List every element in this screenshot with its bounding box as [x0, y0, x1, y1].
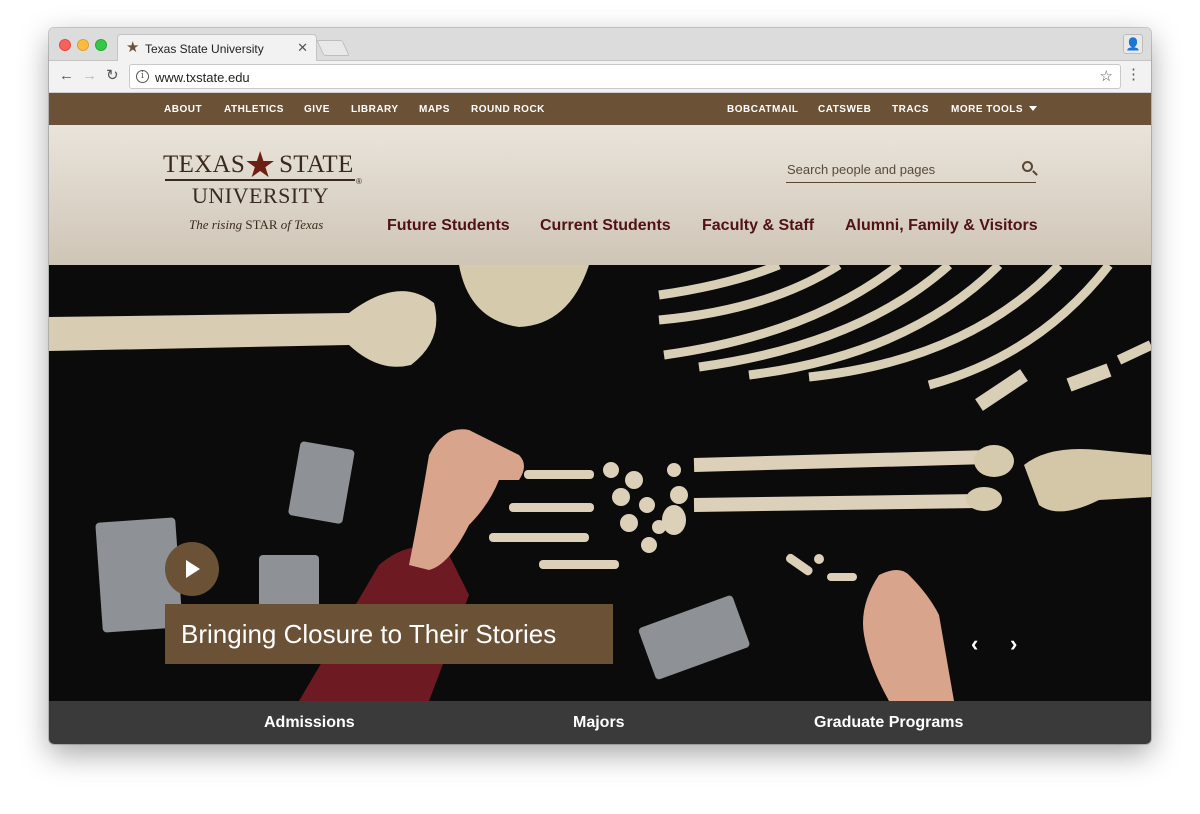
tab-title: Texas State University	[145, 42, 264, 56]
play-video-button[interactable]	[165, 542, 219, 596]
util-link-library[interactable]: LIBRARY	[351, 104, 399, 115]
nav-current-students[interactable]: Current Students	[540, 217, 671, 235]
hero-slideshow: Bringing Closure to Their Stories ‹ ›	[49, 265, 1151, 701]
close-window-button[interactable]	[59, 39, 71, 51]
nav-future-students[interactable]: Future Students	[387, 217, 510, 235]
star-icon: ★	[126, 39, 140, 56]
logo-star-icon: ★	[244, 144, 277, 185]
util-link-bobcatmail[interactable]: BOBCATMAIL	[727, 104, 798, 115]
kebab-menu-icon[interactable]: ⋮	[1126, 66, 1141, 84]
browser-window: ★ Texas State University ✕ 👤 ← → ↻ i www…	[49, 28, 1151, 744]
more-tools-label: MORE TOOLS	[951, 104, 1024, 115]
link-majors[interactable]: Majors	[573, 714, 625, 732]
reload-icon[interactable]: ↻	[106, 67, 119, 85]
search-icon[interactable]	[1022, 161, 1033, 172]
util-link-round-rock[interactable]: ROUND ROCK	[471, 104, 545, 115]
url-text: www.txstate.edu	[155, 70, 250, 85]
hero-caption-text: Bringing Closure to Their Stories	[181, 619, 557, 649]
info-icon[interactable]: i	[136, 70, 149, 83]
profile-icon[interactable]: 👤	[1123, 34, 1143, 54]
util-link-athletics[interactable]: ATHLETICS	[224, 104, 284, 115]
util-link-catsweb[interactable]: CATSWEB	[818, 104, 871, 115]
logo-wordmark-bottom: UNIVERSITY	[192, 183, 329, 208]
registered-mark: ®	[356, 177, 362, 186]
carousel-next-icon[interactable]: ›	[1010, 633, 1017, 655]
util-link-about[interactable]: ABOUT	[164, 104, 202, 115]
forward-arrow-icon[interactable]: →	[82, 67, 97, 85]
link-admissions[interactable]: Admissions	[264, 714, 355, 732]
chevron-down-icon	[1029, 106, 1038, 111]
maximize-window-button[interactable]	[95, 39, 107, 51]
link-graduate-programs[interactable]: Graduate Programs	[814, 714, 963, 732]
browser-tab-active[interactable]: ★ Texas State University ✕	[117, 34, 317, 62]
back-arrow-icon[interactable]: ←	[59, 67, 74, 85]
web-page: ABOUT ATHLETICS GIVE LIBRARY MAPS ROUND …	[49, 93, 1151, 744]
hero-caption[interactable]: Bringing Closure to Their Stories	[165, 604, 613, 664]
nav-faculty-staff[interactable]: Faculty & Staff	[702, 217, 814, 235]
quick-links-bar: Admissions Majors Graduate Programs	[49, 701, 1151, 744]
search-field[interactable]: Search people and pages	[786, 155, 1036, 183]
utility-nav: ABOUT ATHLETICS GIVE LIBRARY MAPS ROUND …	[49, 93, 1151, 125]
logo-rule	[165, 179, 355, 181]
new-tab-button[interactable]	[316, 40, 350, 56]
util-link-give[interactable]: GIVE	[304, 104, 330, 115]
search-placeholder: Search people and pages	[787, 162, 936, 177]
nav-alumni-family-visitors[interactable]: Alumni, Family & Visitors	[845, 217, 1038, 235]
bookmark-star-icon[interactable]: ☆	[1100, 67, 1113, 85]
util-link-tracs[interactable]: TRACS	[892, 104, 929, 115]
site-header: TEXAS STATE ★ ® UNIVERSITY The rising STA…	[49, 125, 1151, 265]
logo-tagline: The rising STAR of Texas	[189, 217, 324, 232]
address-bar[interactable]: i www.txstate.edu ☆	[129, 64, 1121, 89]
title-bar: ★ Texas State University ✕ 👤	[49, 28, 1151, 62]
more-tools-dropdown[interactable]: MORE TOOLS	[951, 104, 1038, 115]
close-icon[interactable]: ✕	[297, 41, 308, 55]
minimize-window-button[interactable]	[77, 39, 89, 51]
browser-toolbar: ← → ↻ i www.txstate.edu ☆ ⋮	[49, 61, 1151, 93]
util-link-maps[interactable]: MAPS	[419, 104, 450, 115]
carousel-prev-icon[interactable]: ‹	[971, 633, 978, 655]
